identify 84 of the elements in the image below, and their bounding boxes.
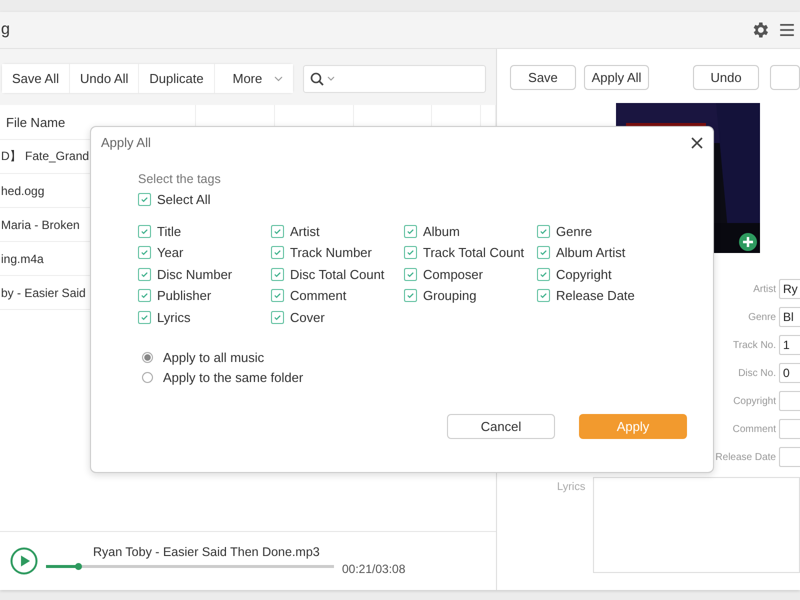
check-icon: [140, 226, 149, 236]
field-label: Track No.: [733, 340, 776, 350]
tag-checkbox[interactable]: Comment: [271, 285, 346, 306]
check-icon: [140, 195, 149, 204]
field-label: Release Date: [715, 452, 776, 462]
table-cell: by - Easier Said: [1, 286, 86, 300]
input-field[interactable]: Bl: [779, 307, 800, 327]
check-icon: [140, 312, 149, 322]
tag-checkbox[interactable]: Cover: [271, 306, 325, 328]
cancel-button[interactable]: Cancel: [447, 414, 555, 439]
check-icon: [406, 270, 415, 279]
toolbar-button[interactable]: Save All: [2, 64, 70, 93]
check-icon: [539, 270, 548, 279]
window-title: g: [1, 21, 11, 39]
field-label: Lyrics: [557, 481, 586, 495]
field-label: Copyright: [733, 396, 776, 406]
table-cell: ing.m4a: [1, 252, 44, 266]
add-icon[interactable]: [739, 233, 757, 251]
close-icon[interactable]: [691, 136, 703, 148]
tag-checkbox[interactable]: Disc Total Count: [271, 264, 384, 285]
tag-checkbox[interactable]: Lyrics: [138, 306, 190, 328]
tag-checkbox[interactable]: Disc Number: [138, 264, 232, 285]
input-field[interactable]: Ry: [779, 279, 800, 299]
toolbar-button[interactable]: Undo All: [70, 64, 140, 93]
table-cell: Maria - Broken: [1, 218, 80, 232]
input-field[interactable]: [779, 447, 800, 467]
check-icon: [140, 291, 149, 300]
progress-handle[interactable]: [74, 562, 82, 570]
editor-button[interactable]: Undo: [693, 65, 759, 90]
select-all-checkbox[interactable]: Select All: [138, 189, 210, 210]
scope-radio[interactable]: Apply to the same folder: [142, 370, 304, 385]
check-icon: [539, 226, 548, 236]
check-icon: [140, 248, 149, 258]
search-icon: [310, 72, 324, 86]
tag-checkbox[interactable]: Album Artist: [537, 242, 626, 264]
tag-checkbox[interactable]: Year: [138, 242, 184, 264]
tag-checkbox[interactable]: Track Number: [271, 242, 372, 264]
tag-checkbox[interactable]: Album: [404, 220, 460, 242]
tag-checkbox[interactable]: Composer: [404, 264, 483, 285]
field-label: Genre: [748, 312, 776, 322]
check-icon: [273, 291, 282, 300]
input-field[interactable]: [779, 419, 800, 439]
tag-checkbox[interactable]: Copyright: [537, 264, 612, 285]
progress-track[interactable]: [46, 564, 334, 568]
tag-checkbox[interactable]: Release Date: [537, 285, 635, 306]
editor-button[interactable]: Save: [510, 65, 576, 90]
tag-checkbox[interactable]: Grouping: [404, 285, 476, 306]
tag-checkbox[interactable]: Track Total Count: [404, 242, 524, 264]
check-icon: [273, 226, 282, 236]
lyrics-field[interactable]: [593, 477, 800, 573]
check-icon: [406, 291, 415, 300]
tag-checkbox[interactable]: Publisher: [138, 285, 212, 306]
tag-checkbox[interactable]: Artist: [271, 220, 320, 242]
check-icon: [273, 312, 282, 322]
scope-radio[interactable]: Apply to all music: [142, 350, 264, 365]
check-icon: [539, 291, 548, 300]
field-label: Disc No.: [738, 368, 776, 378]
playback-time: 00:21/03:08: [342, 562, 406, 576]
progress-fill[interactable]: [46, 564, 78, 568]
check-icon: [273, 270, 282, 279]
caret-icon: [274, 76, 283, 82]
table-cell: D】 Fate_Grand: [1, 148, 90, 165]
check-icon: [406, 248, 415, 258]
field-label: Artist: [753, 284, 776, 294]
menu-icon[interactable]: [780, 24, 794, 36]
check-icon: [539, 248, 548, 258]
input-field[interactable]: 1: [779, 335, 800, 355]
more-dropdown[interactable]: More: [214, 64, 293, 93]
tag-checkbox[interactable]: Genre: [537, 220, 592, 242]
search-field[interactable]: [302, 64, 486, 92]
caret-icon: [326, 76, 335, 81]
play-icon[interactable]: [10, 547, 38, 575]
input-field[interactable]: 0: [779, 363, 800, 383]
track-title: Ryan Toby - Easier Said Then Done.mp3: [92, 544, 321, 558]
input-field[interactable]: [779, 391, 800, 411]
editor-button[interactable]: Apply All: [584, 65, 650, 90]
table-cell: hed.ogg: [1, 184, 44, 198]
tag-checkbox[interactable]: Title: [138, 220, 182, 242]
field-label: Comment: [732, 424, 776, 434]
section-label: Select the tags: [138, 172, 222, 186]
check-icon: [406, 226, 415, 236]
check-icon: [140, 270, 149, 279]
check-icon: [273, 248, 282, 258]
toolbar-button[interactable]: Duplicate: [139, 64, 215, 93]
